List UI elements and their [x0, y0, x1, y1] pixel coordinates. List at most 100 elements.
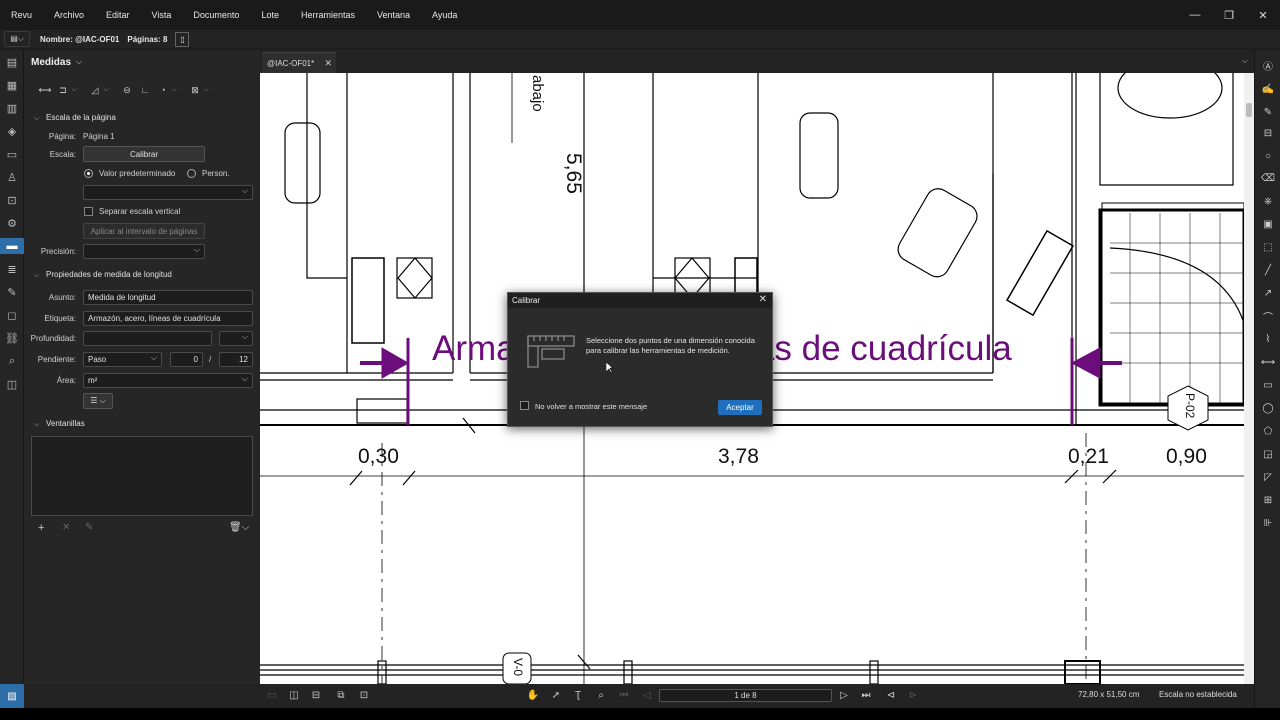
accept-button[interactable]: Aceptar: [718, 400, 762, 415]
thumbnails-icon[interactable]: ▦: [4, 77, 20, 93]
minimize-icon[interactable]: —: [1178, 0, 1212, 30]
file-icon[interactable]: ▤: [4, 54, 20, 70]
add-icon[interactable]: +: [38, 522, 44, 534]
markups-list-icon[interactable]: ≣: [4, 261, 20, 277]
page-icon[interactable]: ▯: [175, 31, 190, 47]
stamps-icon[interactable]: ♙: [4, 169, 20, 185]
radio-custom[interactable]: [187, 169, 196, 178]
precision-select[interactable]: [83, 244, 205, 259]
ellipse-icon[interactable]: ◯: [1260, 400, 1276, 416]
close-window-icon[interactable]: ✕: [1246, 0, 1280, 30]
apply-range-button[interactable]: Aplicar al intervalo de páginas: [83, 223, 205, 239]
dimension-icon[interactable]: ⟷: [1260, 354, 1276, 370]
zoom-icon[interactable]: ⌕: [594, 688, 608, 702]
snapshot-icon[interactable]: ⬚: [1260, 239, 1276, 255]
chevron-down-icon[interactable]: ⌵: [76, 57, 82, 67]
delete-icon[interactable]: 🗑⌵: [229, 522, 249, 533]
properties-icon[interactable]: ⊡: [4, 192, 20, 208]
display-format-button[interactable]: ☰ ⌵: [83, 393, 113, 409]
close-icon[interactable]: ✕: [759, 294, 767, 305]
split-vertical-icon[interactable]: ◫: [287, 688, 301, 702]
highlight-icon[interactable]: ✍: [1260, 81, 1276, 97]
area-unit-select[interactable]: m²: [83, 373, 253, 388]
compare-icon[interactable]: ⊡: [357, 688, 371, 702]
callout-icon[interactable]: ⊟: [1260, 125, 1276, 141]
signatures-icon[interactable]: ✎: [4, 284, 20, 300]
polyline-icon[interactable]: ⌇: [1260, 331, 1276, 347]
scroll-thumb[interactable]: [1246, 103, 1252, 117]
separate-vertical-checkbox[interactable]: [84, 207, 93, 216]
image-icon[interactable]: ▣: [1260, 216, 1276, 232]
depth-unit-select[interactable]: [219, 331, 253, 346]
polylength-tool-icon[interactable]: ⊐: [54, 83, 72, 97]
studio-icon[interactable]: ◫: [4, 376, 20, 392]
remove-icon[interactable]: ✕: [62, 522, 70, 533]
calibrate-button[interactable]: Calibrar: [83, 146, 205, 162]
menu-ventana[interactable]: Ventana: [366, 10, 421, 20]
cloud-icon[interactable]: ○: [1260, 148, 1276, 164]
bookmarks-icon[interactable]: ▥: [4, 100, 20, 116]
scale-status[interactable]: Escala no establecida: [1159, 690, 1237, 699]
menu-vista[interactable]: Vista: [141, 10, 183, 20]
count-tool-icon[interactable]: ◔: [154, 83, 172, 97]
windows-list[interactable]: [31, 436, 253, 516]
area-measure-icon[interactable]: ◲: [1260, 446, 1276, 462]
links-icon[interactable]: ⛓: [4, 330, 20, 346]
slope-run-field[interactable]: 12: [219, 352, 253, 367]
rectangle-icon[interactable]: ▭: [1260, 377, 1276, 393]
line-icon[interactable]: ╱: [1260, 262, 1276, 278]
split-horizontal-icon[interactable]: ⊟: [309, 688, 323, 702]
menu-herramientas[interactable]: Herramientas: [290, 10, 366, 20]
section-page-scale[interactable]: ⌵ Escala de la página: [34, 113, 116, 123]
settings-icon[interactable]: ⚙: [4, 215, 20, 231]
depth-field[interactable]: [83, 331, 212, 346]
chevron-down-icon[interactable]: ⌵: [72, 87, 80, 94]
spaces-icon[interactable]: ◻: [4, 307, 20, 323]
chevron-down-icon[interactable]: ⌵: [1242, 56, 1248, 66]
perimeter-icon[interactable]: ◸: [1260, 469, 1276, 485]
slope-select[interactable]: Paso: [83, 352, 162, 367]
toolbox-icon[interactable]: ▭: [4, 146, 20, 162]
text-box-icon[interactable]: Ⓐ: [1260, 57, 1276, 73]
chevron-down-icon[interactable]: ⌵: [104, 87, 112, 94]
volume-tool-icon[interactable]: ⊠: [186, 83, 204, 97]
pan-tool-icon[interactable]: ✋: [526, 688, 540, 702]
menu-ayuda[interactable]: Ayuda: [421, 10, 468, 20]
close-tab-icon[interactable]: ✕: [324, 58, 332, 69]
sync-icon[interactable]: ⧉: [334, 688, 348, 702]
menu-documento[interactable]: Documento: [182, 10, 250, 20]
arc-icon[interactable]: ⌒: [1260, 308, 1276, 324]
menu-archivo[interactable]: Archivo: [43, 10, 95, 20]
page-number-box[interactable]: 1 de 8: [659, 689, 832, 702]
section-length-properties[interactable]: ⌵ Propiedades de medida de longitud: [34, 270, 172, 280]
select-tool-icon[interactable]: ➚: [549, 688, 563, 702]
edit-icon[interactable]: ✎: [85, 522, 93, 533]
angle-tool-icon[interactable]: ∟: [136, 83, 154, 97]
length-tool-icon[interactable]: ⟷: [36, 83, 54, 97]
menu-lote[interactable]: Lote: [250, 10, 290, 20]
next-page-icon[interactable]: ▷: [837, 688, 851, 702]
first-page-icon[interactable]: ⏮: [617, 688, 631, 702]
menu-editar[interactable]: Editar: [95, 10, 141, 20]
scale-preset-select[interactable]: [83, 185, 253, 200]
ruler-icon[interactable]: ⊪: [1260, 515, 1276, 531]
tag-field[interactable]: Armazón, acero, líneas de cuadrícula: [83, 311, 253, 326]
last-page-icon[interactable]: ⏭: [859, 688, 873, 702]
slope-rise-field[interactable]: 0: [170, 352, 203, 367]
eraser-icon[interactable]: ⌫: [1260, 170, 1276, 186]
dont-show-checkbox[interactable]: [520, 401, 529, 410]
vertical-scrollbar[interactable]: [1244, 73, 1254, 684]
single-page-icon[interactable]: ▭: [265, 688, 279, 702]
restore-icon[interactable]: ❐: [1212, 0, 1246, 30]
menu-revu[interactable]: Revu: [0, 10, 43, 20]
chevron-down-icon[interactable]: ⌵: [172, 87, 180, 94]
section-windows[interactable]: ⌵ Ventanillas: [34, 419, 85, 429]
arrow-icon[interactable]: ↗: [1260, 285, 1276, 301]
subject-field[interactable]: Medida de longitud: [83, 290, 253, 305]
polygon-icon[interactable]: ⬠: [1260, 423, 1276, 439]
back-view-icon[interactable]: ⊲: [884, 688, 898, 702]
area-tool-icon[interactable]: ◿: [86, 83, 104, 97]
text-select-icon[interactable]: Ʈ: [571, 688, 585, 702]
prev-page-icon[interactable]: ◁: [640, 688, 654, 702]
chevron-down-icon[interactable]: ⌵: [204, 87, 212, 94]
